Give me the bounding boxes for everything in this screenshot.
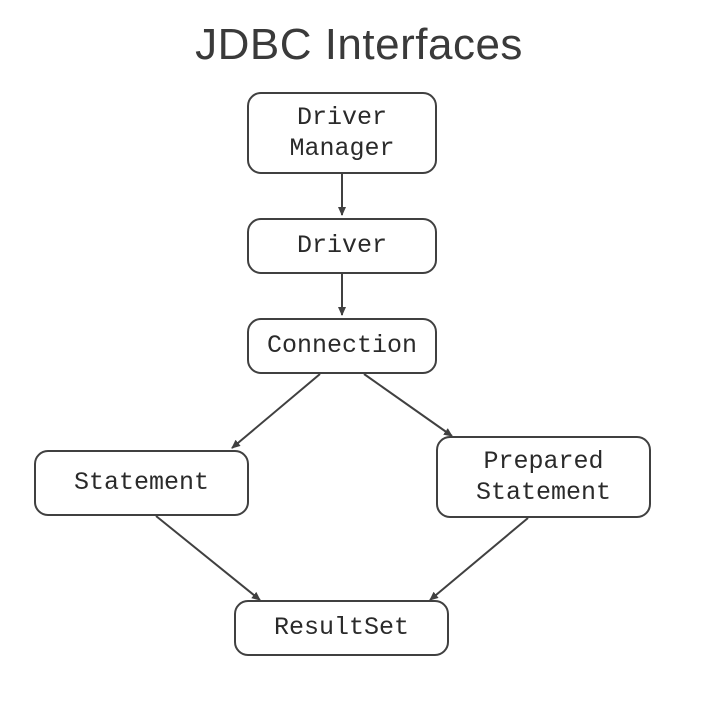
node-label: Connection (267, 330, 417, 361)
arrow-preparedstatement-resultset (430, 518, 528, 600)
node-prepared-statement: PreparedStatement (436, 436, 651, 518)
node-label: DriverManager (289, 102, 394, 165)
node-label: ResultSet (274, 612, 409, 643)
diagram-title: JDBC Interfaces (0, 20, 718, 70)
arrow-connection-statement (232, 374, 320, 448)
node-driver: Driver (247, 218, 437, 274)
node-connection: Connection (247, 318, 437, 374)
node-label: Driver (297, 230, 387, 261)
node-resultset: ResultSet (234, 600, 449, 656)
node-driver-manager: DriverManager (247, 92, 437, 174)
arrow-connection-preparedstatement (364, 374, 452, 436)
node-statement: Statement (34, 450, 249, 516)
node-label: Statement (74, 467, 209, 498)
node-label: PreparedStatement (476, 446, 611, 509)
arrow-statement-resultset (156, 516, 260, 600)
